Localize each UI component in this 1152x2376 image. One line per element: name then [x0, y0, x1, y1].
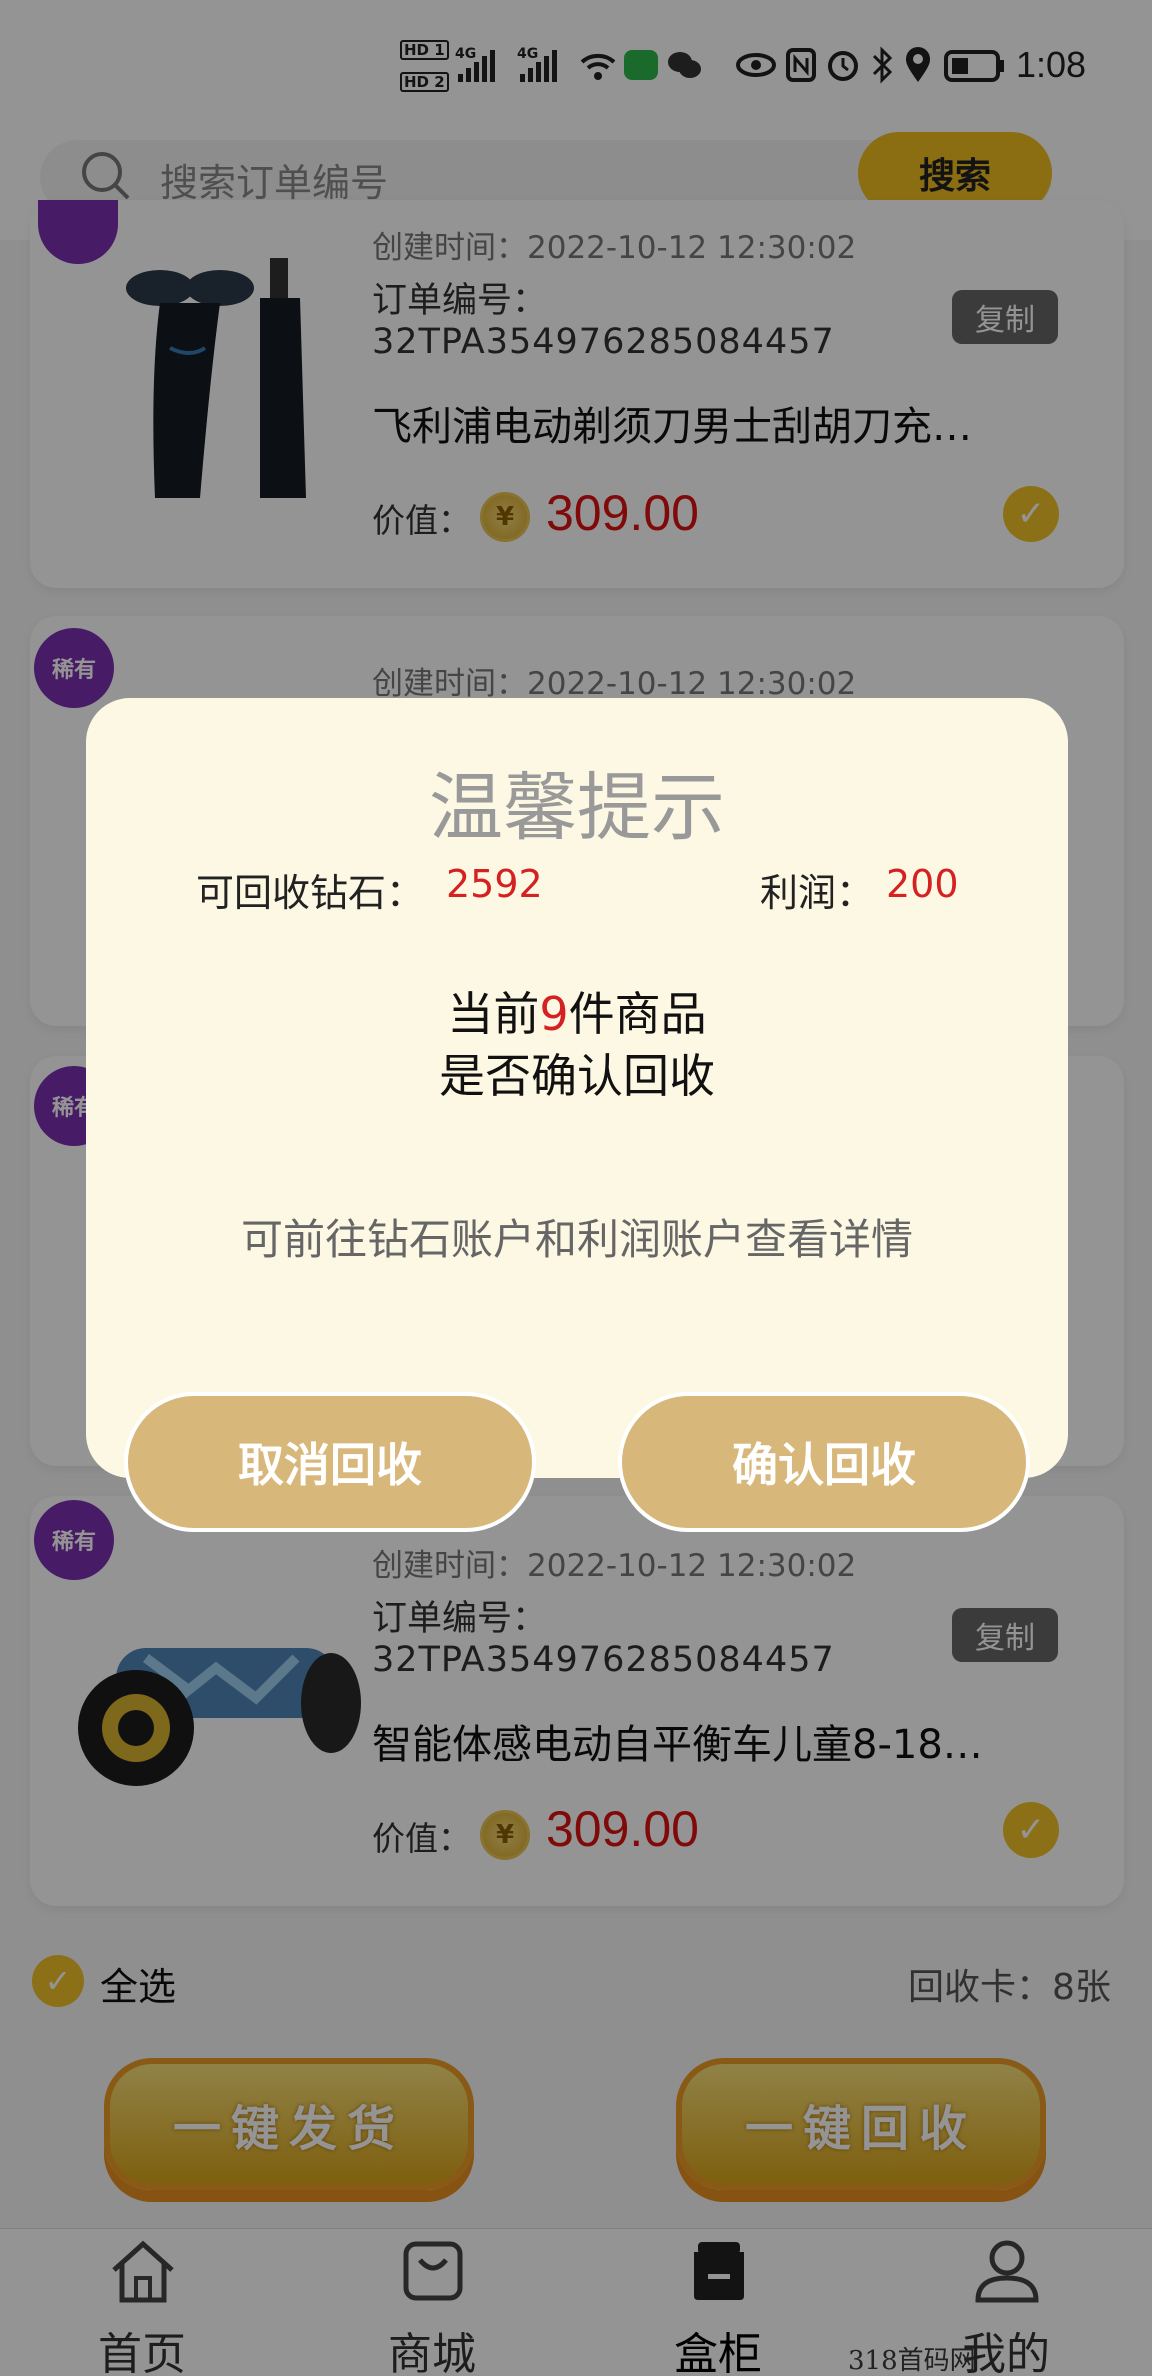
profit-value: 200: [886, 862, 959, 906]
dialog-message: 当前9件商品: [86, 978, 1068, 1044]
confirm-recycle-button[interactable]: 确认回收: [618, 1392, 1030, 1532]
message-suffix: 件商品: [568, 987, 707, 1041]
dialog-title: 温馨提示: [429, 765, 725, 851]
dialog-hint: 可前往钻石账户和利润账户查看详情: [240, 1215, 913, 1264]
item-count: 9: [539, 987, 569, 1041]
cancel-recycle-button[interactable]: 取消回收: [124, 1392, 536, 1532]
diamond-label: 可回收钻石：: [196, 871, 425, 915]
watermark: 318首码网 www.E318.com: [848, 2346, 976, 2376]
profit-label: 利润：: [760, 871, 875, 915]
message-prefix: 当前: [447, 987, 540, 1041]
diamond-value: 2592: [446, 862, 543, 906]
dialog-question: 是否确认回收: [439, 1049, 715, 1103]
